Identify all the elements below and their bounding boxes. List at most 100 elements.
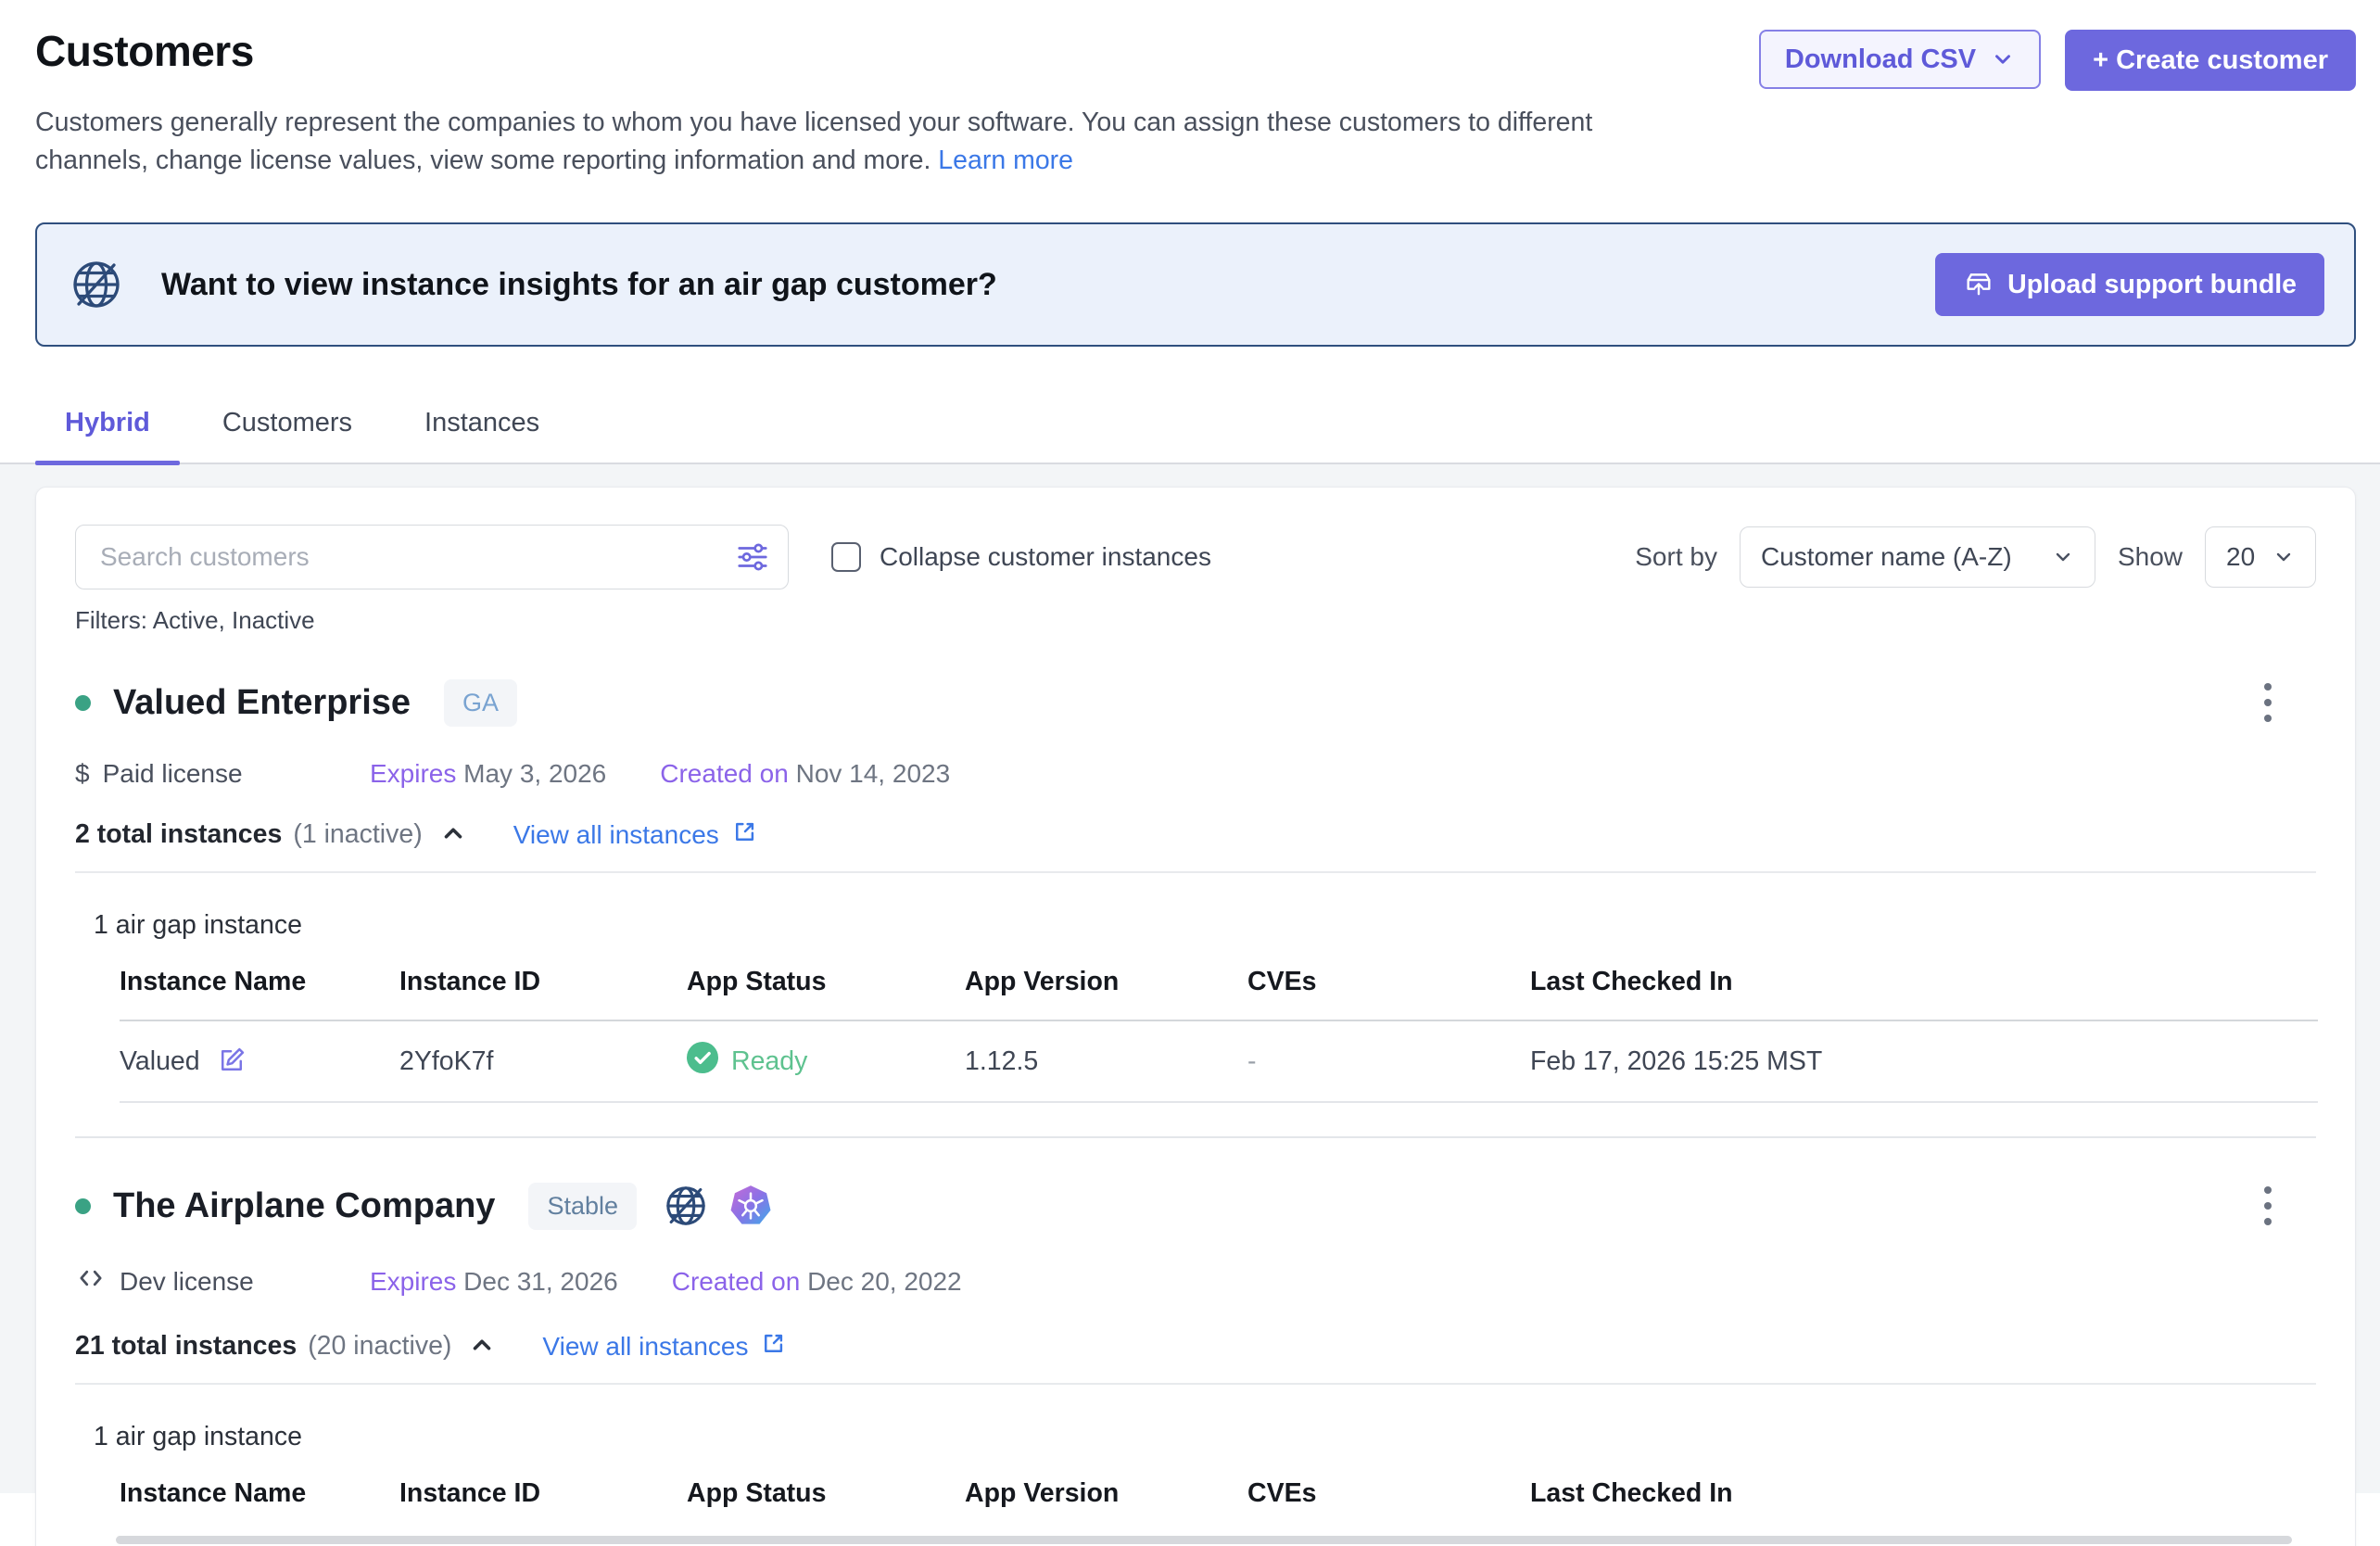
customer-name[interactable]: The Airplane Company [113,1186,495,1226]
instance-table: Instance Name Instance ID App Status App… [120,967,2318,1103]
airgap-instance-heading: 1 air gap instance [75,910,2316,941]
header-actions: Download CSV + Create customer [1759,30,2356,180]
horizontal-scrollbar[interactable] [116,1536,2292,1544]
check-circle-icon [687,1042,718,1081]
app-status-cell: Ready [687,1042,965,1081]
external-link-icon [761,1330,787,1362]
instance-name-cell: Valued [120,1045,399,1078]
kebab-menu-button[interactable] [2257,1179,2279,1233]
view-all-instances-link[interactable]: View all instances [542,1330,787,1362]
upload-icon [1963,269,1994,300]
col-last-checked-in: Last Checked In [1530,967,2318,997]
page-header: Customers Customers generally represent … [0,0,2380,180]
created-value: Nov 14, 2023 [796,759,951,788]
download-csv-button[interactable]: Download CSV [1759,30,2041,89]
license-type-label: Paid license [103,759,243,789]
tab-instances[interactable]: Instances [395,408,569,463]
created-group: Created on Dec 20, 2022 [672,1267,962,1297]
sort-select-value: Customer name (A-Z) [1761,542,2012,572]
view-all-instances-link[interactable]: View all instances [513,818,758,851]
kebab-menu-button[interactable] [2257,676,2279,729]
create-customer-button[interactable]: + Create customer [2065,30,2356,91]
inactive-count: (1 inactive) [293,819,422,850]
search-input[interactable] [75,525,789,589]
col-instance-name: Instance Name [120,967,399,997]
expires-label: Expires [370,759,456,788]
expires-group: Expires Dec 31, 2026 [370,1267,618,1297]
tab-hybrid[interactable]: Hybrid [35,408,180,463]
col-instance-id: Instance ID [399,967,687,997]
instance-id-cell: 2YfoK7f [399,1046,687,1077]
created-label: Created on [660,759,789,788]
airgap-icon [663,1183,709,1229]
license-type-label: Dev license [120,1267,254,1297]
search-wrap [75,525,789,589]
show-label: Show [2118,542,2183,572]
learn-more-link[interactable]: Learn more [938,146,1073,175]
page-description: Customers generally represent the compan… [35,104,1685,180]
active-status-dot [75,1198,91,1214]
customer-meta: Dev license Expires Dec 31, 2026 Created… [75,1262,2316,1300]
customer-head: Valued Enterprise GA [75,676,2316,729]
upload-support-bundle-label: Upload support bundle [2007,270,2297,300]
inactive-count: (20 inactive) [308,1331,451,1362]
collapse-section-button[interactable] [439,819,467,850]
upload-support-bundle-button[interactable]: Upload support bundle [1935,253,2324,316]
created-value: Dec 20, 2022 [807,1267,962,1296]
collapse-instances-checkbox[interactable] [831,542,861,572]
collapse-instances-toggle[interactable]: Collapse customer instances [831,542,1211,572]
instance-name-text: Valued [120,1046,200,1077]
col-instance-name: Instance Name [120,1478,399,1509]
customer-meta: $ Paid license Expires May 3, 2026 Creat… [75,759,2316,789]
customer-card-valued-enterprise: Valued Enterprise GA $ Paid license Expi… [75,676,2316,1103]
collapse-section-button[interactable] [468,1331,496,1362]
sort-by-label: Sort by [1635,542,1717,572]
expires-value: May 3, 2026 [463,759,606,788]
edit-instance-button[interactable] [217,1045,247,1078]
expires-label: Expires [370,1267,456,1296]
show-select[interactable]: 20 [2205,526,2316,588]
created-group: Created on Nov 14, 2023 [660,759,950,789]
view-all-instances-label: View all instances [542,1332,748,1362]
divider [75,871,2316,873]
customer-name[interactable]: Valued Enterprise [113,683,411,723]
customers-card: Collapse customer instances Sort by Cust… [35,487,2356,1546]
filters-summary: Filters: Active, Inactive [75,606,2316,635]
col-cves: CVEs [1247,967,1530,997]
chevron-up-icon [468,1331,496,1362]
instance-count: 2 total instances [75,819,282,850]
chevron-down-icon [1991,47,2015,71]
col-instance-id: Instance ID [399,1478,687,1509]
cves-cell: - [1247,1046,1530,1077]
chevron-down-icon [2052,546,2074,568]
col-app-version: App Version [965,967,1247,997]
channel-badge: Stable [528,1183,637,1230]
col-cves: CVEs [1247,1478,1530,1509]
globe-slash-icon [69,257,124,312]
dollar-icon: $ [75,759,90,789]
tab-customers[interactable]: Customers [193,408,382,463]
airgap-instance-heading: 1 air gap instance [75,1422,2316,1452]
filter-sliders-icon[interactable] [735,539,770,575]
instance-row: Valued 2YfoK7f Ready 1.12.5 - Feb [120,1021,2318,1103]
expires-value: Dec 31, 2026 [463,1267,618,1296]
col-app-status: App Status [687,1478,965,1509]
toolbar: Collapse customer instances Sort by Cust… [75,525,2316,589]
active-status-dot [75,695,91,711]
app-version-cell: 1.12.5 [965,1046,1247,1077]
sort-select[interactable]: Customer name (A-Z) [1740,526,2095,588]
instances-summary-row: 2 total instances (1 inactive) View all … [75,818,2316,851]
code-icon [75,1262,107,1300]
external-link-icon [732,818,758,851]
last-checked-in-cell: Feb 17, 2026 15:25 MST [1530,1046,2318,1077]
instances-summary-row: 21 total instances (20 inactive) View al… [75,1330,2316,1362]
customer-card-airplane-company: The Airplane Company Stable [75,1179,2316,1544]
customer-section-divider [75,1136,2316,1138]
col-last-checked-in: Last Checked In [1530,1478,2318,1509]
kubernetes-icon [728,1183,774,1229]
chevron-up-icon [439,819,467,850]
license-type: Dev license [75,1262,370,1300]
page-title: Customers [35,26,1685,76]
created-label: Created on [672,1267,801,1296]
collapse-instances-label: Collapse customer instances [880,542,1211,572]
